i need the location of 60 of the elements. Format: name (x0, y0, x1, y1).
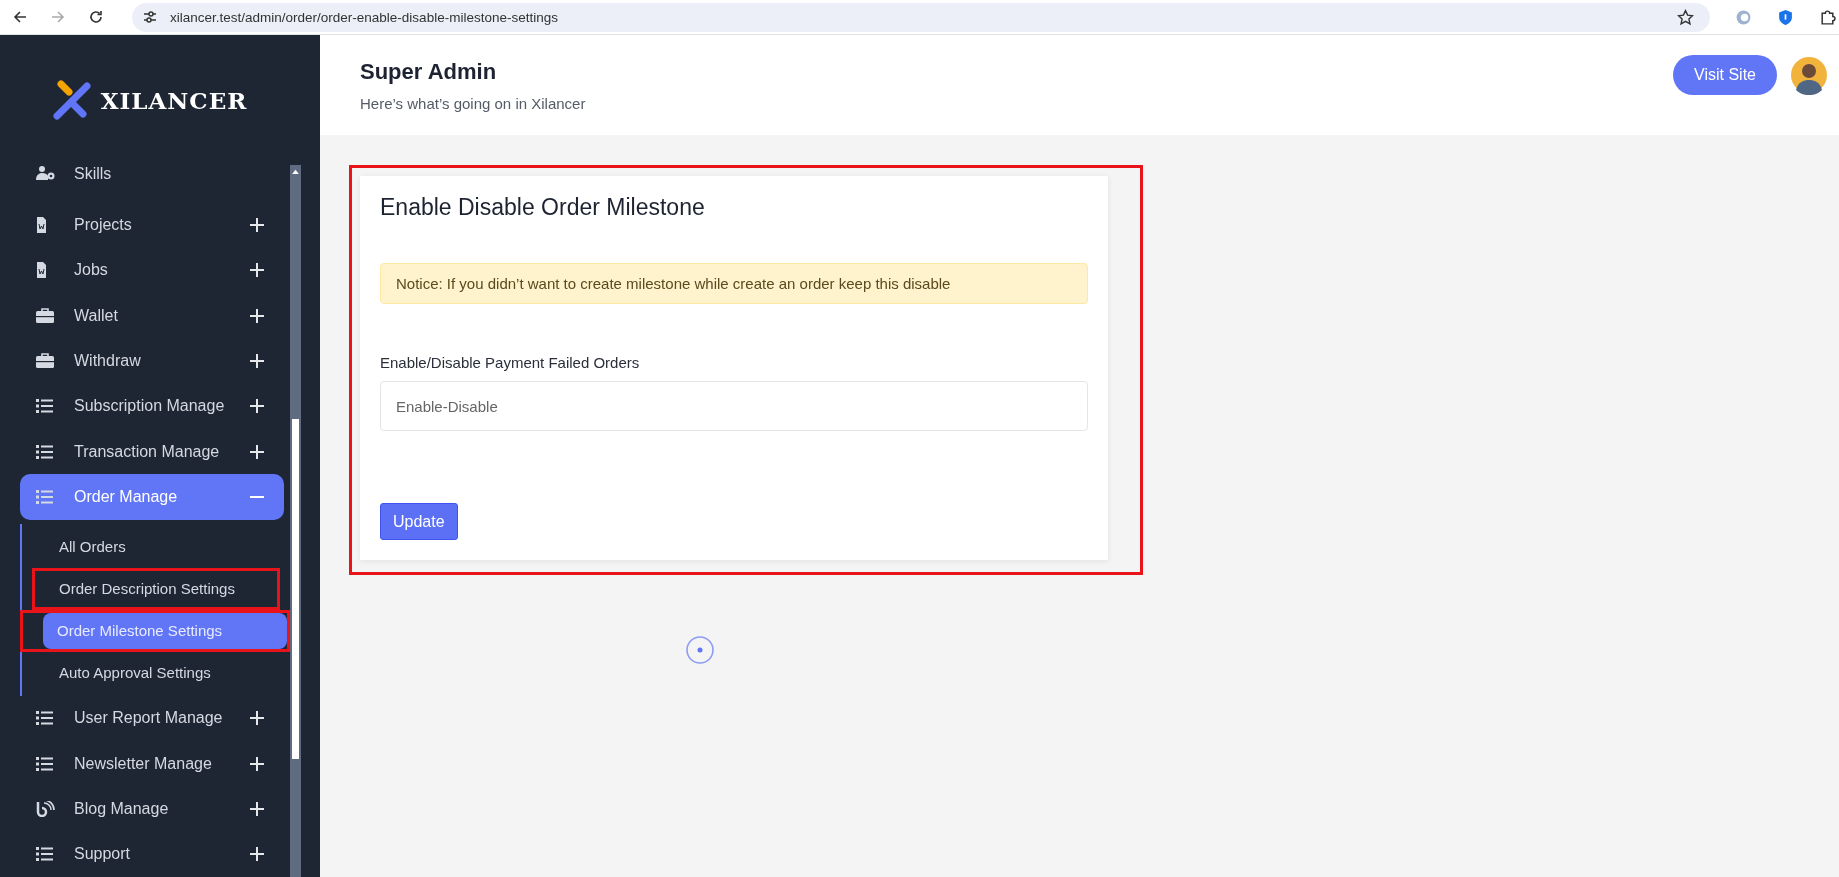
field-label: Enable/Disable Payment Failed Orders (380, 354, 641, 371)
briefcase-icon (36, 353, 56, 370)
plus-icon (250, 711, 264, 726)
list-icon (36, 489, 56, 506)
puzzle-icon[interactable] (1819, 8, 1836, 26)
avatar[interactable] (1789, 55, 1829, 95)
submenu-item[interactable]: Order Description Settings (45, 570, 277, 607)
page-title: Super Admin (360, 58, 498, 85)
user-gear-icon (36, 165, 56, 181)
plus-icon (250, 308, 264, 323)
scrollbar[interactable] (290, 165, 301, 877)
scrollbar-thumb[interactable] (292, 419, 299, 759)
document-icon (36, 262, 47, 279)
plus-icon (250, 354, 264, 369)
page-subtitle: Here’s what’s going on in Xilancer (360, 94, 586, 112)
minus-icon (250, 496, 264, 499)
loading-spinner-icon (685, 635, 715, 665)
address-bar[interactable]: xilancer.test/admin/order/order-enable-disable-milestone-settings (132, 2, 1710, 32)
update-button[interactable]: Update (380, 503, 458, 540)
sidebar-item[interactable]: Skills (20, 165, 284, 203)
blog-feed-icon (36, 801, 56, 818)
submenu-item[interactable]: All Orders (45, 528, 277, 565)
submenu-item[interactable]: Auto Approval Settings (45, 654, 277, 691)
document-icon (36, 217, 47, 234)
list-icon (36, 398, 56, 415)
plus-icon (250, 444, 264, 459)
plus-icon (250, 263, 264, 278)
notice-alert: Notice: If you didn’t want to create milestone while create an order keep this disable (380, 263, 1088, 304)
sidebar-item[interactable]: Blog Manage (20, 786, 284, 832)
input-field[interactable]: Enable-Disable (380, 381, 1088, 431)
plus-icon (250, 802, 264, 817)
sidebar-item[interactable]: User Report Manage (20, 695, 284, 742)
sidebar-item[interactable]: Order Manage (20, 474, 284, 520)
sidebar-item[interactable]: Projects (20, 202, 284, 248)
plus-icon (250, 847, 264, 862)
logo-text: XILANCER (100, 86, 248, 114)
bookmark-star-icon[interactable] (1677, 8, 1694, 26)
list-icon (36, 755, 56, 772)
plus-icon (250, 399, 264, 414)
plus-icon (250, 756, 264, 771)
plus-icon (250, 218, 264, 233)
sidebar-item[interactable]: Support (20, 831, 284, 877)
reload-icon[interactable] (88, 9, 104, 25)
card-title: Enable Disable Order Milestone (380, 194, 706, 221)
sidebar-item[interactable]: Jobs (20, 247, 284, 294)
shield-icon[interactable] (1777, 8, 1794, 26)
scroll-up-icon[interactable] (292, 169, 299, 174)
back-icon[interactable] (12, 9, 28, 25)
list-icon (36, 846, 56, 863)
list-icon (36, 443, 56, 460)
briefcase-icon (36, 307, 56, 324)
sidebar-item[interactable]: Wallet (20, 293, 284, 339)
site-settings-icon[interactable] (142, 9, 158, 25)
sidebar-item[interactable]: Subscription Manage (20, 383, 284, 430)
sidebar-item[interactable]: Transaction Manage (20, 429, 284, 475)
list-icon (36, 710, 56, 727)
sidebar-item[interactable]: Withdraw (20, 338, 284, 384)
visit-site-button[interactable]: Visit Site (1673, 55, 1777, 95)
sidebar-item[interactable]: Newsletter Manage (20, 741, 284, 787)
logo-icon (52, 80, 93, 120)
